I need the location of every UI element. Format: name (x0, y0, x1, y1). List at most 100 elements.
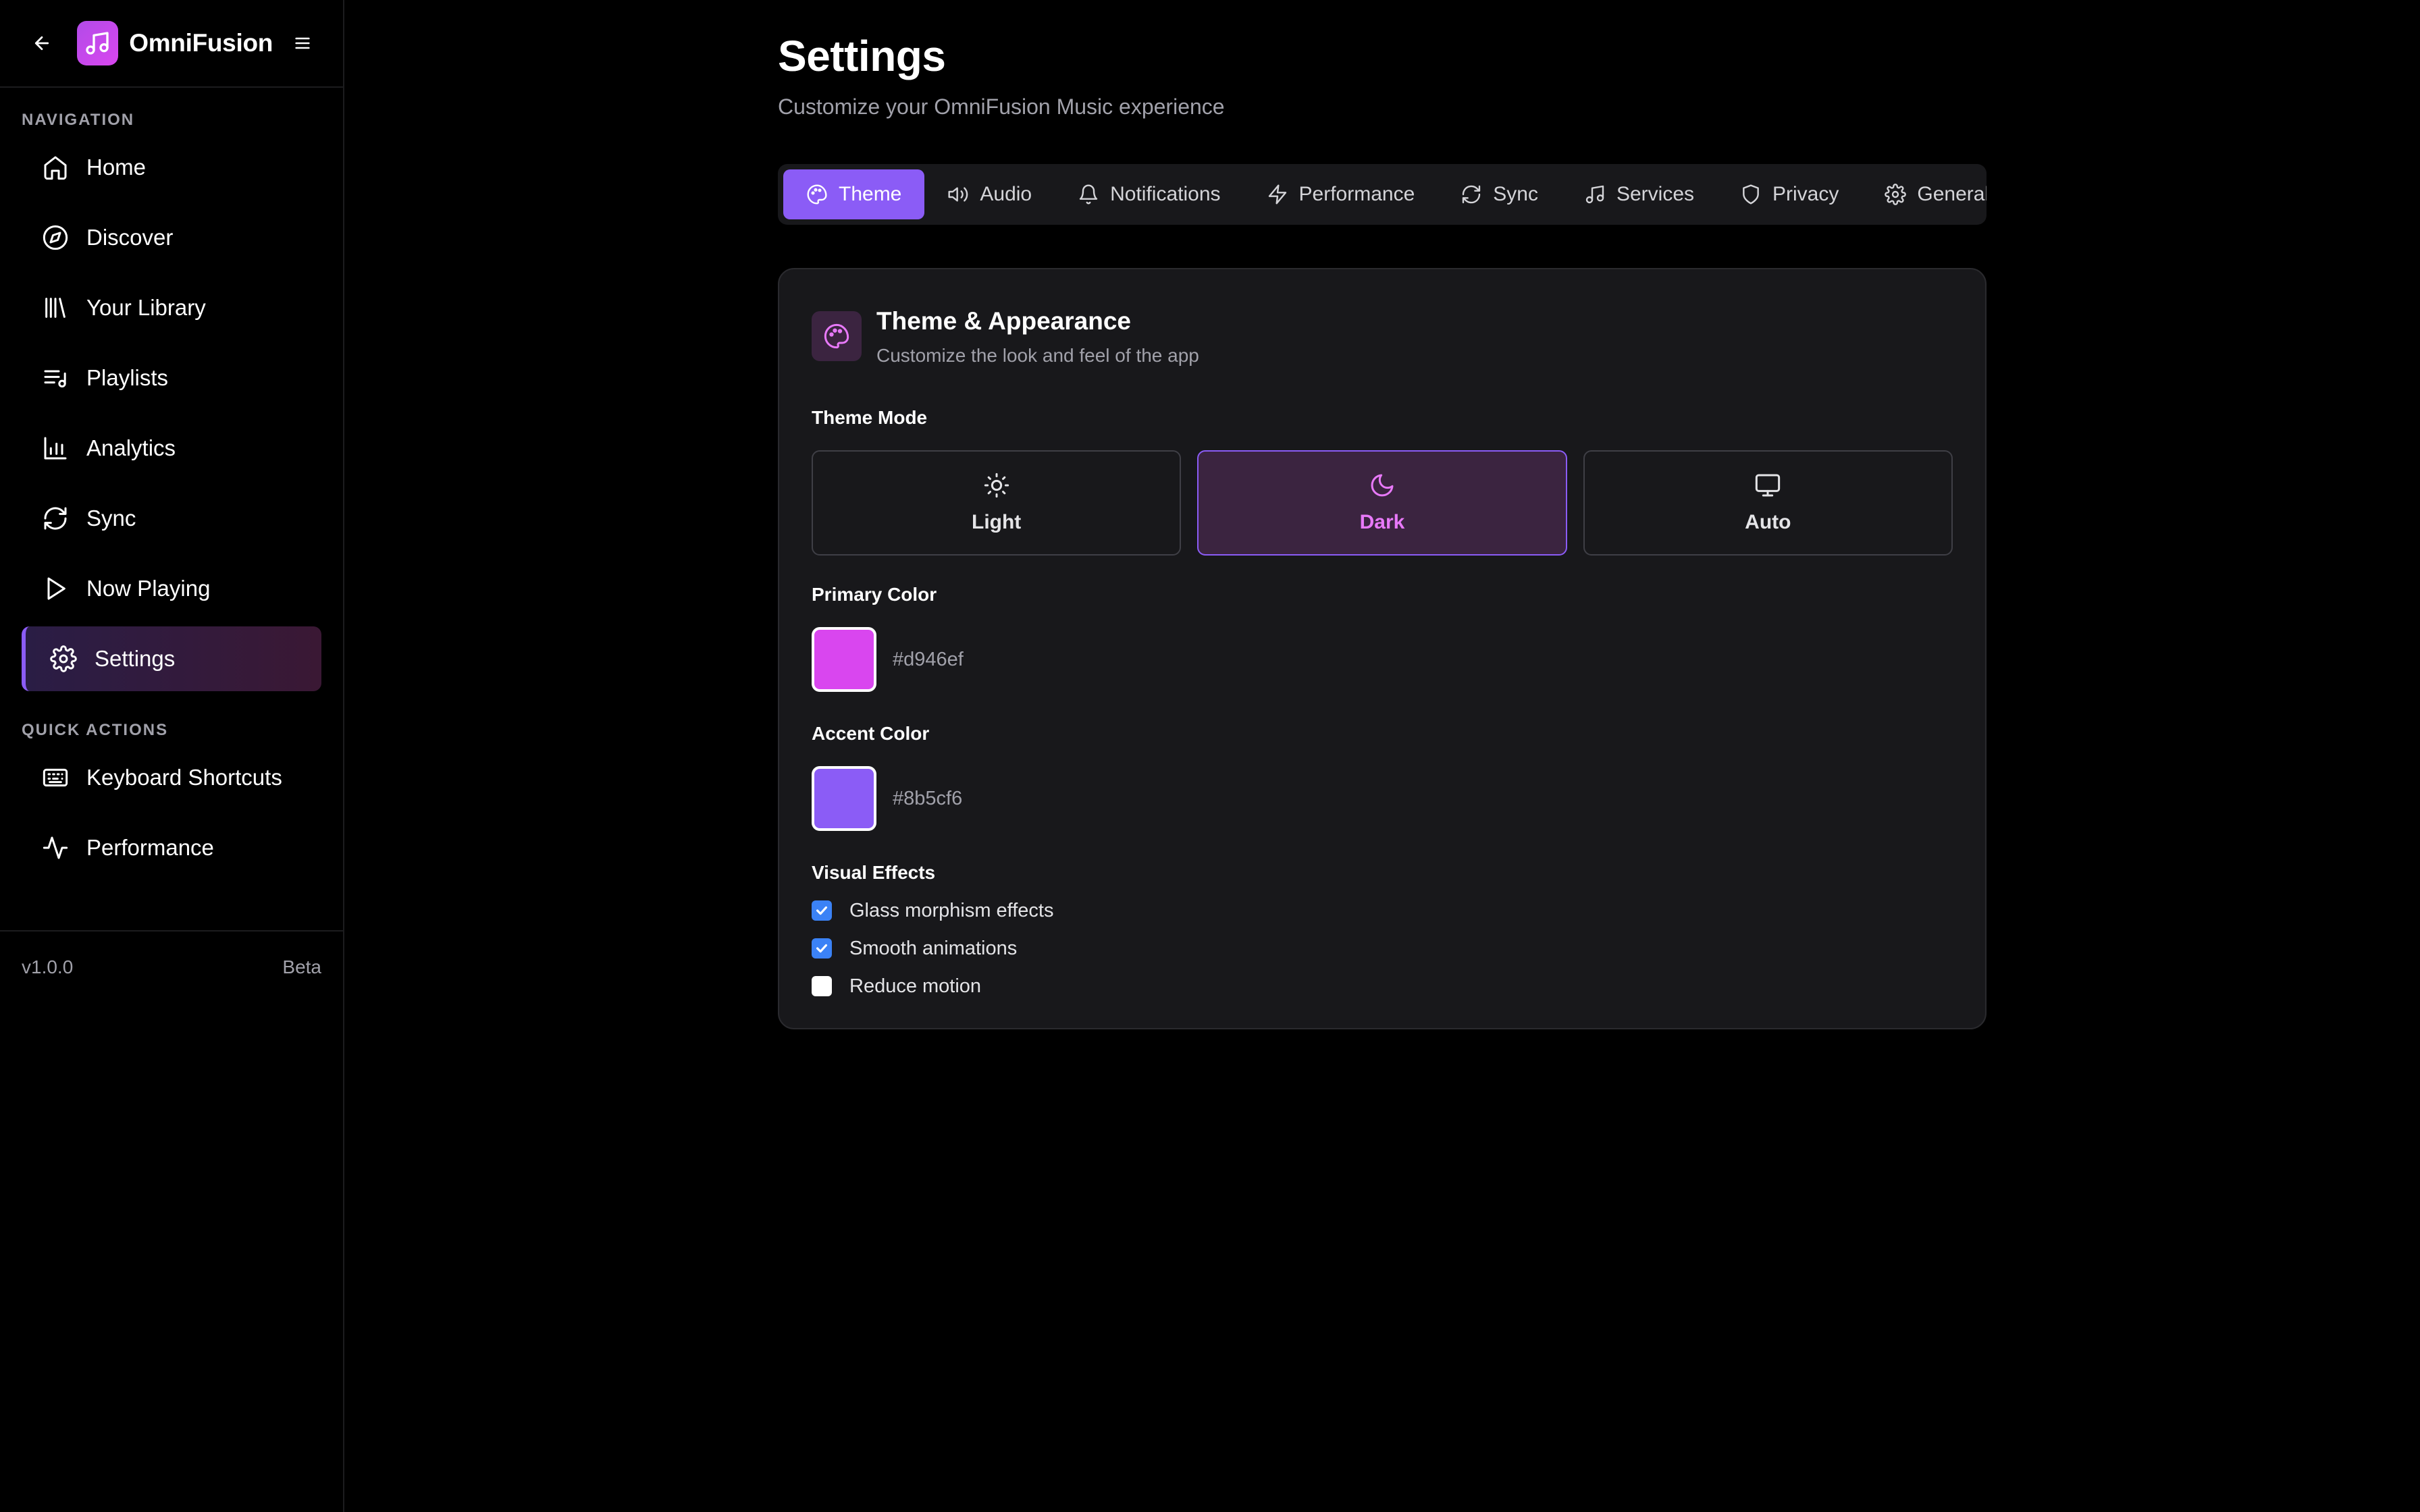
mode-label: Auto (1745, 511, 1791, 533)
palette-icon (824, 323, 849, 349)
accent-color-picker[interactable] (812, 766, 876, 831)
primary-color-picker[interactable] (812, 627, 876, 692)
tab-theme[interactable]: Theme (783, 169, 925, 219)
mode-label: Light (972, 511, 1022, 533)
checkbox-label: Glass morphism effects (849, 899, 1054, 921)
sidebar-item-label: Your Library (86, 295, 206, 320)
glass-morphism-checkbox-row[interactable]: Glass morphism effects (812, 892, 1953, 929)
back-button[interactable] (22, 22, 62, 65)
tab-privacy[interactable]: Privacy (1717, 169, 1862, 219)
primary-color-label: Primary Color (812, 584, 937, 605)
tab-label: Notifications (1110, 183, 1221, 205)
sidebar-item-label: Sync (86, 506, 136, 531)
version-label: v1.0.0 (22, 956, 74, 977)
tab-audio[interactable]: Audio (924, 169, 1055, 219)
app-logo (76, 21, 119, 65)
shield-icon (1743, 184, 1759, 205)
sidebar-item-now-playing[interactable]: Now Playing (22, 556, 321, 621)
bar-chart-icon (44, 437, 67, 460)
sun-icon (984, 473, 1009, 498)
tab-label: Audio (980, 183, 1032, 205)
sidebar-item-performance[interactable]: Performance (22, 815, 321, 880)
page-subtitle: Customize your OmniFusion Music experien… (778, 94, 1225, 119)
sidebar-item-discover[interactable]: Discover (22, 205, 321, 270)
card-header: Theme & Appearance Customize the look an… (812, 307, 1953, 367)
primary-color-value: #d946ef (893, 648, 964, 670)
sidebar-item-label: Discover (86, 225, 174, 250)
tab-general[interactable]: General (1862, 169, 1987, 219)
accent-color-row: #8b5cf6 (812, 766, 1953, 831)
reduce-motion-checkbox[interactable] (812, 976, 832, 996)
theme-mode-options: Light Dark Auto (812, 450, 1953, 556)
tab-label: Privacy (1772, 183, 1839, 205)
theme-mode-auto-button[interactable]: Auto (1583, 450, 1953, 556)
tab-notifications[interactable]: Notifications (1055, 169, 1243, 219)
activity-icon (43, 836, 68, 859)
tab-label: General (1917, 183, 1987, 205)
tab-sync[interactable]: Sync (1438, 169, 1561, 219)
checkbox-label: Reduce motion (849, 975, 982, 997)
sidebar-item-library[interactable]: Your Library (22, 275, 321, 340)
sidebar-item-label: Performance (86, 835, 214, 860)
visual-effects-label: Visual Effects (812, 862, 936, 883)
sidebar-item-label: Now Playing (86, 576, 211, 601)
glass-morphism-checkbox[interactable] (812, 900, 832, 921)
mode-label: Dark (1359, 511, 1405, 533)
lightning-icon (1268, 184, 1286, 205)
sidebar-item-keyboard-shortcuts[interactable]: Keyboard Shortcuts (22, 745, 321, 810)
checkbox-label: Smooth animations (849, 937, 1018, 959)
arrow-left-icon (34, 36, 49, 51)
sidebar-item-playlists[interactable]: Playlists (22, 346, 321, 410)
tab-services[interactable]: Services (1561, 169, 1717, 219)
play-icon (47, 577, 65, 600)
tab-label: Performance (1298, 183, 1415, 205)
page-title: Settings (778, 32, 946, 80)
card-title: Theme & Appearance (876, 307, 1131, 335)
checkmark-icon (816, 944, 828, 953)
library-icon (45, 298, 65, 318)
sidebar-item-home[interactable]: Home (22, 135, 321, 200)
app-name: OmniFusion (129, 29, 273, 57)
palette-icon (807, 184, 827, 205)
moon-icon (1371, 474, 1394, 497)
channel-badge: Beta (282, 956, 321, 977)
menu-button[interactable] (284, 23, 321, 63)
smooth-animations-checkbox-row[interactable]: Smooth animations (812, 929, 1953, 967)
compass-icon (43, 225, 68, 250)
gear-icon (1885, 184, 1907, 205)
sidebar-item-analytics[interactable]: Analytics (22, 416, 321, 481)
gear-icon (50, 645, 77, 672)
theme-mode-light-button[interactable]: Light (812, 450, 1182, 556)
primary-color-row: #d946ef (812, 627, 1953, 692)
tab-performance[interactable]: Performance (1244, 169, 1438, 219)
sync-icon (1463, 185, 1481, 204)
tab-label: Services (1616, 183, 1695, 205)
sidebar-header: OmniFusion (0, 0, 343, 88)
playlist-icon (44, 370, 66, 387)
keyboard-icon (43, 768, 68, 787)
tab-label: Sync (1493, 183, 1538, 205)
sidebar-item-settings[interactable]: Settings (22, 626, 321, 691)
smooth-animations-checkbox[interactable] (812, 938, 832, 959)
theme-appearance-card: Theme & Appearance Customize the look an… (778, 268, 1987, 1029)
card-icon (812, 311, 862, 361)
reduce-motion-checkbox-row[interactable]: Reduce motion (812, 967, 1953, 1005)
sidebar-item-label: Settings (95, 646, 176, 671)
theme-mode-dark-button[interactable]: Dark (1197, 450, 1567, 556)
sidebar-item-sync[interactable]: Sync (22, 486, 321, 551)
theme-mode-label: Theme Mode (812, 407, 928, 428)
visual-effects-list: Glass morphism effects Smooth animations… (812, 892, 1953, 1005)
hamburger-icon (295, 37, 310, 49)
music-note-icon (86, 32, 109, 55)
sidebar-item-label: Home (86, 155, 147, 180)
sync-icon (44, 507, 67, 530)
quick-actions-heading: QUICK ACTIONS (22, 721, 169, 739)
main-content: Settings Customize your OmniFusion Music… (778, 0, 1987, 1029)
nav-heading: NAVIGATION (22, 111, 135, 129)
bell-icon (1079, 184, 1098, 205)
sidebar-item-label: Keyboard Shortcuts (86, 765, 282, 790)
speaker-icon (948, 187, 968, 202)
checkmark-icon (816, 906, 828, 915)
card-description: Customize the look and feel of the app (876, 345, 1199, 366)
sidebar: OmniFusion NAVIGATION Home Discover Your… (0, 0, 344, 1512)
